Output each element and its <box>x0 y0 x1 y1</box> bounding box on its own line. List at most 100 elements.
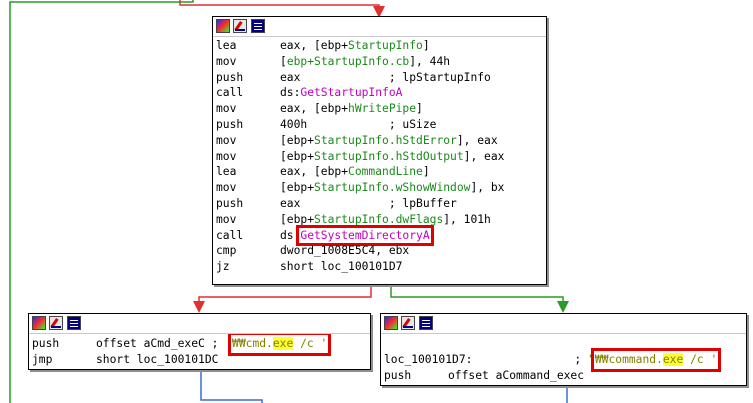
instruction-operands: eax, [ebp+StartupInfo] <box>280 38 430 54</box>
operand-text: ] <box>416 102 423 116</box>
node-list-icon[interactable] <box>419 316 433 330</box>
function-name: GetStartupInfoA <box>300 86 403 100</box>
right-code-block[interactable]: loc_100101D7: ; "₩₩command.exe /c ' push o… <box>380 313 747 386</box>
code-line[interactable]: mov [ebp+StartupInfo.hStdOutput], eax <box>216 149 546 165</box>
operand-text: 400h <box>280 117 308 131</box>
edit-node-icon[interactable] <box>401 316 415 330</box>
string-literal: exe <box>662 352 684 366</box>
code-line[interactable]: loc_100101D7: ; "₩₩command.exe /c ' <box>384 347 746 372</box>
operand-text: ], eax <box>456 133 498 147</box>
symbol-ref: StartupInfo <box>348 39 423 52</box>
node-list-icon[interactable] <box>67 316 81 330</box>
symbol-ref: StartupInfo.hStdError <box>314 133 457 147</box>
instruction-mnemonic: mov <box>216 54 237 68</box>
instruction-mnemonic: push <box>216 117 244 131</box>
code-line[interactable]: jz short loc_100101D7 <box>216 259 546 275</box>
comment: ; lpBuffer <box>300 196 457 210</box>
code-line[interactable]: mov [ebp+StartupInfo.wShowWindow], bx <box>216 180 546 196</box>
block-toolbar <box>213 17 546 37</box>
edge-true-branch <box>390 285 569 313</box>
operand-text: ] <box>422 165 430 179</box>
instruction-mnemonic: mov <box>216 149 237 163</box>
code-line[interactable]: call ds:GetStartupInfoA <box>216 85 546 101</box>
string-literal: /c ' <box>683 352 718 366</box>
instruction-mnemonic: mov <box>216 181 237 195</box>
instruction-mnemonic: push <box>216 70 244 84</box>
operand-text: [ <box>280 54 287 68</box>
symbol-ref: StartupInfo.hStdOutput <box>314 149 464 163</box>
operand-text: ] <box>422 39 430 52</box>
code-line[interactable] <box>384 336 746 352</box>
instruction-operands: ds:GetSystemDirectoryA <box>280 224 434 246</box>
instruction-operands: dword_1008E5C4, ebx <box>280 243 409 259</box>
code-line[interactable]: mov [ebp+StartupInfo.cb], 44h <box>216 54 546 70</box>
code-line[interactable]: push eax ; lpStartupInfo <box>216 70 546 86</box>
code-line[interactable]: mov eax, [ebp+hWritePipe] <box>216 101 546 117</box>
graph-color-icon[interactable] <box>384 316 398 330</box>
string-literal: " <box>588 352 595 366</box>
operand-text: ds: <box>280 86 301 100</box>
instruction-operands: offset aCmd_exeC ; '₩₩cmd.exe /c ' <box>96 332 332 356</box>
operand-text: [ebp+ <box>280 181 315 195</box>
instruction-operands: [ebp+StartupInfo.hStdError], eax <box>280 133 498 149</box>
block-toolbar <box>381 314 746 334</box>
operand-text: eax, [ebp+ <box>280 165 349 179</box>
edit-node-icon[interactable] <box>49 316 63 330</box>
edit-node-icon[interactable] <box>233 19 247 33</box>
code-line[interactable]: lea eax, [ebp+CommandLine] <box>216 164 546 180</box>
instruction-mnemonic: call <box>216 86 244 100</box>
comment: ; lpStartupInfo <box>300 70 491 84</box>
code-line[interactable]: push offset aCmd_exeC ; '₩₩cmd.exe /c ' <box>32 332 370 356</box>
operand-text: short loc_100101DC <box>96 352 219 366</box>
instruction-mnemonic: call <box>216 228 244 242</box>
edge-false-branch <box>193 285 372 313</box>
instruction-operands: 400h ; uSize <box>280 117 436 133</box>
edge-top-red <box>179 0 385 18</box>
graph-color-icon[interactable] <box>32 316 46 330</box>
main-code-block[interactable]: lea eax, [ebp+StartupInfo] mov [ebp+Startup… <box>212 16 547 285</box>
node-list-icon[interactable] <box>251 19 265 33</box>
instruction-operands: [ebp+StartupInfo.cb], 44h <box>280 54 450 70</box>
code-line[interactable]: call ds:GetSystemDirectoryA <box>216 224 546 246</box>
operand-text: offset aCmd_exeC ; <box>96 337 226 350</box>
instruction-operands: eax, [ebp+CommandLine] <box>280 164 430 180</box>
instruction-operands: [ebp+StartupInfo.hStdOutput], eax <box>280 149 504 165</box>
string-literal: /c ' <box>293 337 328 350</box>
instruction-mnemonic: mov <box>216 102 237 116</box>
block-toolbar <box>29 314 370 334</box>
operand-text: loc_100101D7: ; <box>384 352 589 366</box>
symbol-ref: hWritePipe <box>348 102 417 116</box>
left-code-block[interactable]: push offset aCmd_exeC ; '₩₩cmd.exe /c ' jm… <box>28 313 371 370</box>
instruction-operands: short loc_100101D7 <box>280 259 402 275</box>
code-line[interactable]: jmp short loc_100101DC <box>32 352 370 368</box>
left-code-lines: push offset aCmd_exeC ; '₩₩cmd.exe /c ' jm… <box>29 332 370 368</box>
operand-text: offset aCommand_exec <box>448 368 585 382</box>
code-line[interactable]: push 400h ; uSize <box>216 117 546 133</box>
instruction-operands: ds:GetStartupInfoA <box>280 85 402 101</box>
code-line[interactable]: lea eax, [ebp+StartupInfo] <box>216 38 546 54</box>
code-line[interactable]: mov [ebp+StartupInfo.hStdError], eax <box>216 133 546 149</box>
highlighted-string: ₩₩cmd.exe /c ' <box>228 332 332 356</box>
comment: ; uSize <box>307 117 437 131</box>
symbol-ref: StartupInfo.dwFlags <box>314 212 444 226</box>
symbol-ref: CommandLine <box>348 165 423 179</box>
instruction-operands: loc_100101D7: ; "₩₩command.exe /c ' <box>384 347 722 372</box>
graph-color-icon[interactable] <box>216 19 230 33</box>
code-line[interactable]: mov [ebp+StartupInfo.dwFlags], 101h <box>216 212 546 228</box>
operand-text: eax <box>280 70 301 84</box>
operand-text: [ebp+ <box>280 212 315 226</box>
instruction-mnemonic: lea <box>216 165 237 179</box>
code-line[interactable]: cmp dword_1008E5C4, ebx <box>216 243 546 259</box>
operand-text: ], eax <box>463 149 505 163</box>
instruction-operands: eax ; lpBuffer <box>280 196 457 212</box>
string-literal: ₩₩cmd. <box>232 337 273 350</box>
operand-text: ], 44h <box>409 54 451 68</box>
code-line[interactable]: push eax ; lpBuffer <box>216 196 546 212</box>
instruction-operands: [ebp+StartupInfo.wShowWindow], bx <box>280 180 504 196</box>
instruction-operands: offset aCommand_exec <box>448 368 584 384</box>
highlighted-string: ₩₩command.exe /c ' <box>590 347 722 372</box>
edge-bottom-left <box>200 370 263 403</box>
code-line[interactable]: push offset aCommand_exec <box>384 368 746 384</box>
instruction-mnemonic: mov <box>216 212 237 226</box>
operand-text: ], bx <box>470 181 505 195</box>
